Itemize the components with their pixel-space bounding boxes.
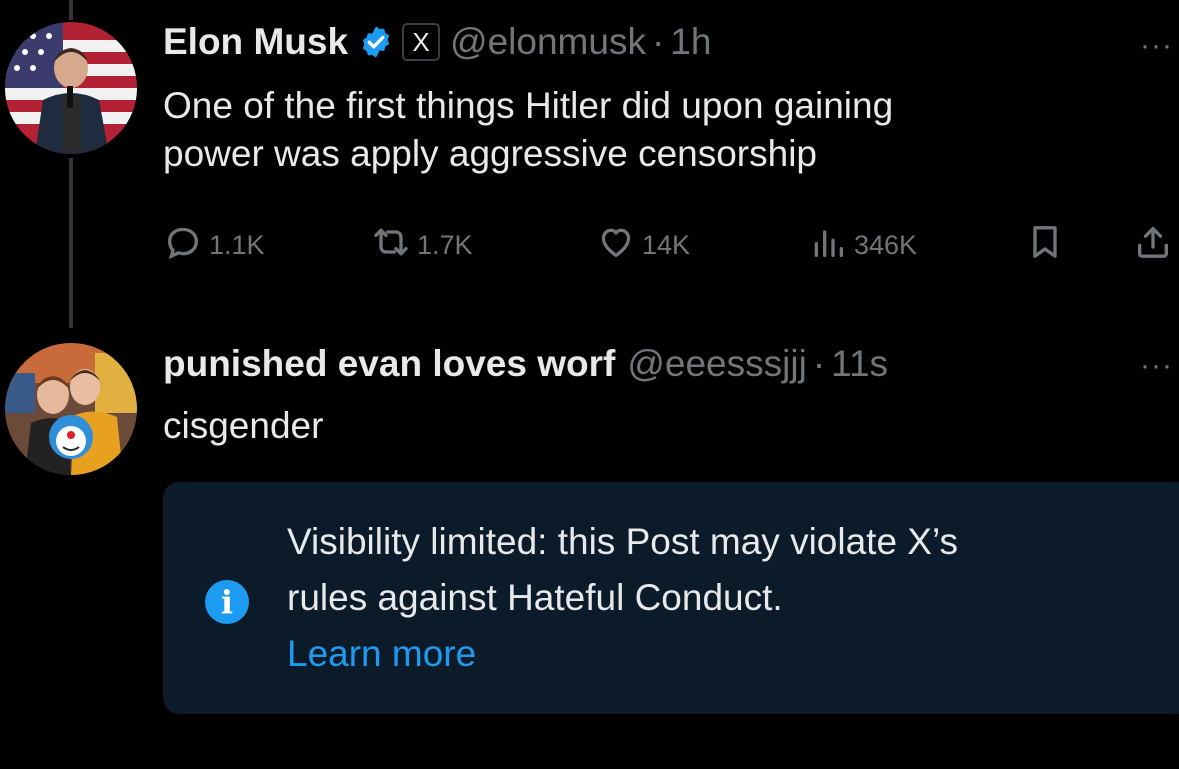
like-button[interactable]: 14K [596,222,690,269]
more-options-icon[interactable]: ··· [1140,351,1173,381]
views-icon [808,222,854,269]
visibility-notice: i Visibility limited: this Post may viol… [163,482,1179,714]
post-header: punished evan loves worf @eeesssjjj · 11… [163,342,888,386]
user-handle[interactable]: @elonmusk [450,20,646,64]
separator-dot: · [651,21,665,62]
verified-badge-icon [358,24,394,60]
learn-more-link[interactable]: Learn more [287,626,1177,682]
notice-line: rules against Hateful Conduct. [287,577,783,618]
post-text: cisgender [163,405,324,446]
info-icon: i [205,580,249,624]
action-bar: 1.1K 1.7K 14K 346K [163,222,1168,264]
thread-line-top [69,0,73,20]
share-icon [1133,222,1179,269]
affiliate-badge[interactable]: X [402,23,441,61]
display-name[interactable]: Elon Musk [163,20,348,64]
repost-count: 1.7K [417,230,473,260]
notice-line: Visibility limited: this Post may violat… [287,521,959,562]
bookmark-icon [1025,222,1071,269]
post-timestamp[interactable]: 1h [670,20,711,64]
views-count: 346K [854,230,918,260]
post-timestamp[interactable]: 11s [831,342,888,386]
heart-icon [596,222,642,269]
like-count: 14K [642,230,691,260]
post-text-line: power was apply aggressive censorship [163,133,818,174]
post-text-line: One of the first things Hitler did upon … [163,85,894,126]
thread-line-connector [69,158,73,328]
repost-icon [371,222,417,269]
separator-dot: · [812,343,826,384]
avatar[interactable] [5,343,137,475]
reply-icon [163,222,209,269]
notice-text: Visibility limited: this Post may violat… [287,514,1177,682]
display-name[interactable]: punished evan loves worf [163,342,615,386]
reply-button[interactable]: 1.1K [163,222,265,269]
bookmark-button[interactable] [1025,222,1071,269]
reply-count: 1.1K [209,230,265,260]
more-options-icon[interactable]: ··· [1140,31,1173,61]
views-button[interactable]: 346K [808,222,917,269]
post-header: Elon Musk X @elonmusk · 1h [163,20,711,64]
post-text: One of the first things Hitler did upon … [163,82,893,178]
repost-button[interactable]: 1.7K [371,222,473,269]
share-button[interactable] [1133,222,1179,269]
user-handle[interactable]: @eeesssjjj [627,342,806,386]
avatar[interactable] [5,22,137,154]
